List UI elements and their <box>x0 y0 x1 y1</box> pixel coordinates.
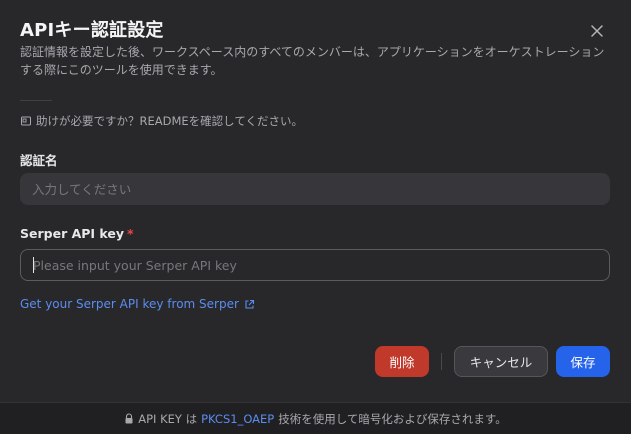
book-icon <box>21 116 31 126</box>
auth-name-label-text: 認証名 <box>20 153 58 168</box>
button-separator <box>441 353 442 370</box>
api-key-input[interactable] <box>20 249 610 281</box>
help-link[interactable]: 助けが必要ですか？READMEを確認してください。 <box>20 113 303 129</box>
get-api-key-link-text: Get your Serper API key from Serper <box>20 297 239 311</box>
lock-icon <box>124 413 134 424</box>
required-mark: * <box>127 226 134 241</box>
api-key-label: Serper API key * <box>20 226 134 241</box>
footer-prefix: API KEY は <box>138 411 198 426</box>
divider <box>20 100 52 101</box>
encryption-footer: API KEY は PKCS1_OAEP 技術を使用して暗号化および保存されます… <box>0 402 631 434</box>
delete-button[interactable]: 削除 <box>375 346 429 377</box>
text-caret <box>33 257 34 273</box>
help-text: 助けが必要ですか？READMEを確認してください。 <box>36 114 303 128</box>
cancel-button[interactable]: キャンセル <box>454 346 548 377</box>
get-api-key-link[interactable]: Get your Serper API key from Serper <box>20 297 255 311</box>
footer-algorithm: PKCS1_OAEP <box>201 411 275 426</box>
footer-suffix: 技術を使用して暗号化および保存されます。 <box>278 411 507 426</box>
dialog-title: APIキー認証設定 <box>20 20 164 41</box>
close-icon <box>591 25 603 37</box>
auth-name-label: 認証名 <box>20 150 58 169</box>
api-key-auth-dialog: APIキー認証設定 認証情報を設定した後、ワークスペース内のすべてのメンバーは、… <box>0 0 631 434</box>
external-link-icon <box>245 299 254 309</box>
save-button[interactable]: 保存 <box>556 346 610 377</box>
auth-name-input[interactable] <box>20 173 610 205</box>
dialog-description: 認証情報を設定した後、ワークスペース内のすべてのメンバーは、アプリケーションをオ… <box>20 45 605 77</box>
close-button[interactable] <box>586 20 608 42</box>
api-key-label-text: Serper API key <box>20 226 125 241</box>
